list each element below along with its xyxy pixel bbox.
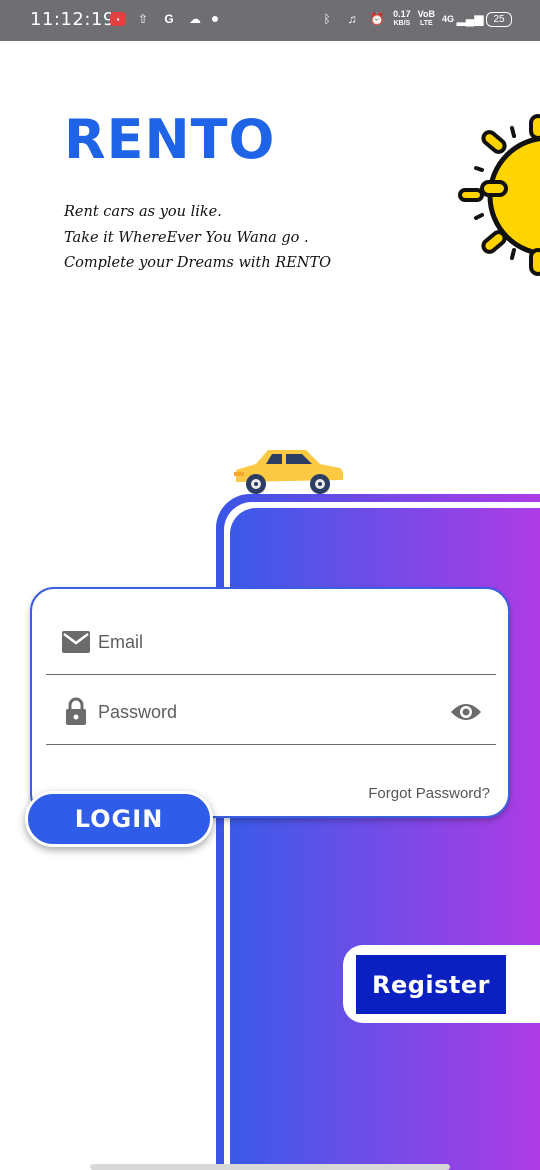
lock-icon — [66, 697, 86, 725]
tagline-line: Complete your Dreams with RENTO — [64, 255, 332, 271]
login-button[interactable]: LOGIN — [25, 791, 213, 847]
network-speed: 0.17 KB/S — [393, 9, 411, 28]
battery-icon: 25 — [486, 11, 512, 27]
alarm-icon: ⏰ — [369, 12, 385, 26]
register-button[interactable]: Register — [356, 955, 506, 1014]
status-bar: 11:12:19 ▪ ⇧ G ☁ ᛒ ♫ ⏰ 0.17 KB/S VoB LTE… — [0, 0, 540, 41]
password-input[interactable] — [98, 695, 438, 729]
eye-icon[interactable] — [450, 700, 482, 724]
headphones-icon: ♫ — [347, 12, 357, 26]
password-field — [46, 675, 496, 745]
screen-record-icon: ▪ — [110, 12, 126, 26]
system-icons: ᛒ ♫ ⏰ 0.17 KB/S VoB LTE 4G ▂▄▆ 25 — [318, 10, 512, 28]
dot-icon — [212, 16, 218, 22]
email-field — [46, 605, 496, 675]
tagline-line: Take it WhereEver You Wana go . — [64, 229, 309, 246]
tagline: Rent cars as you like. Take it WhereEver… — [64, 200, 331, 277]
network-type: 4G — [441, 13, 454, 24]
volte-indicator: VoB LTE — [417, 9, 435, 28]
email-input[interactable] — [98, 625, 438, 659]
mail-icon — [62, 631, 90, 653]
notification-icons: ▪ ⇧ G ☁ — [110, 10, 218, 28]
g-app-icon: G — [164, 12, 174, 26]
forgot-password-link[interactable]: Forgot Password? — [368, 785, 490, 802]
upload-icon: ⇧ — [137, 12, 149, 26]
app-logo: RENTO — [64, 108, 276, 171]
bluetooth-icon: ᛒ — [323, 12, 331, 26]
login-card: Forgot Password? — [30, 587, 510, 818]
signal-icon: ▂▄▆ — [456, 12, 484, 26]
tagline-line: Rent cars as you like. — [64, 204, 222, 220]
status-time: 11:12:19 — [30, 9, 115, 30]
sun-icon — [458, 114, 540, 276]
car-icon — [234, 450, 344, 494]
cloud-icon: ☁ — [189, 12, 201, 26]
navigation-handle[interactable] — [90, 1164, 450, 1170]
